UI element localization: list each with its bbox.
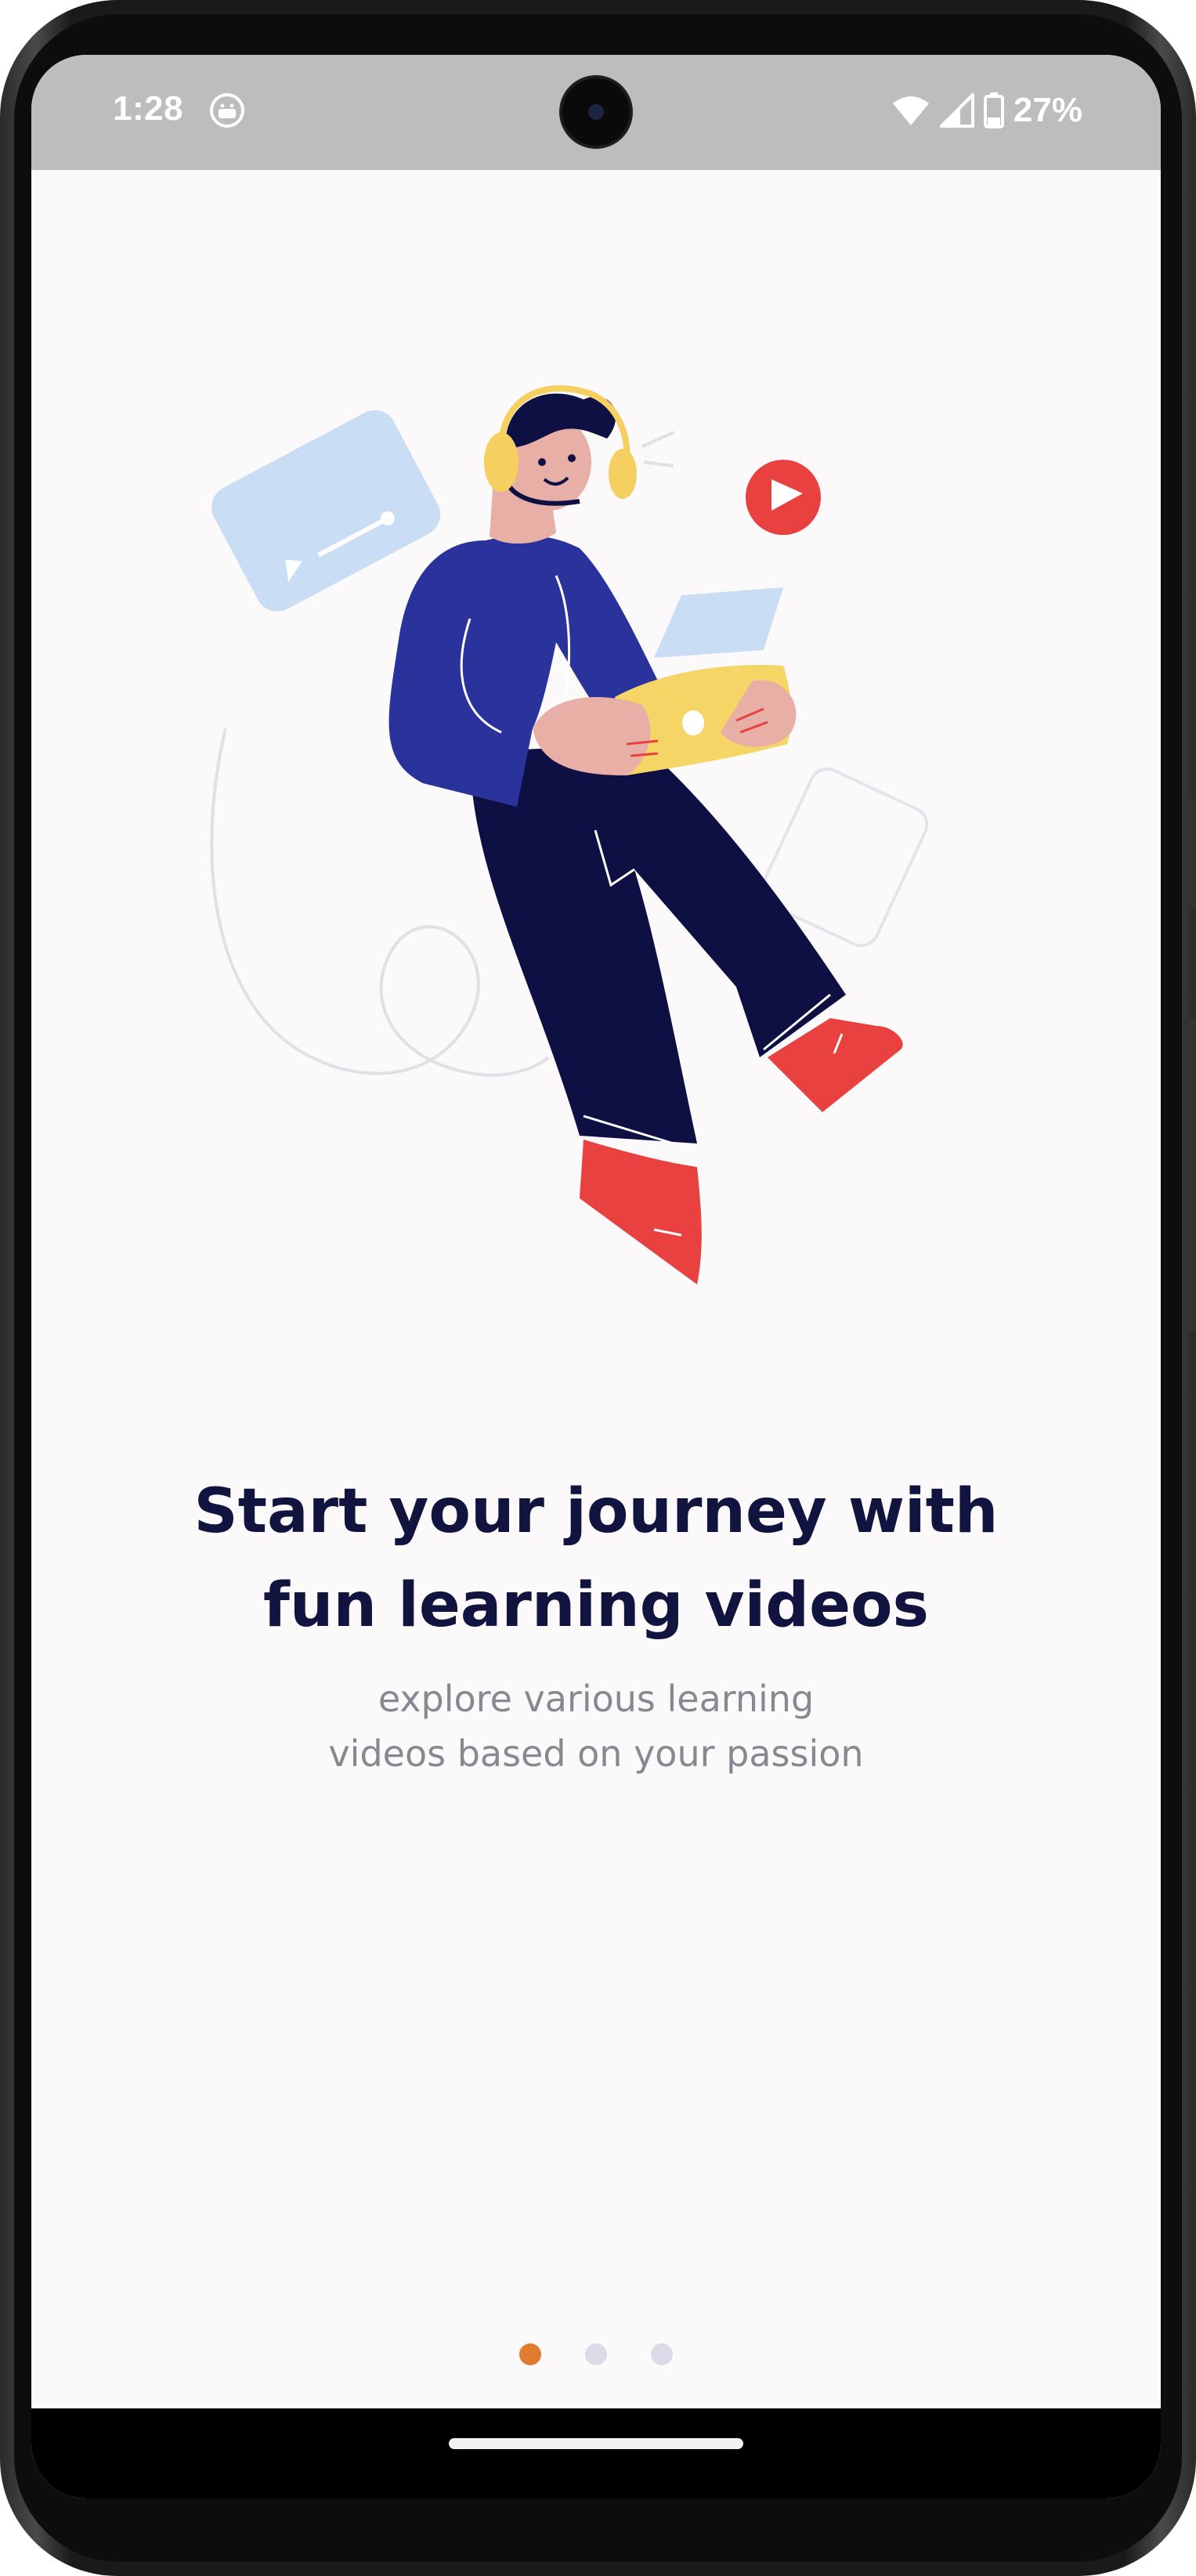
screen: 1:28 27% Start your journey with fun lea… xyxy=(31,55,1161,2498)
title-line-1: Start your journey with xyxy=(193,1476,999,1547)
android-robot-icon xyxy=(210,93,244,128)
onboarding-title: Start your journey with fun learning vid… xyxy=(31,1465,1161,1653)
subtitle-line-1: explore various learning xyxy=(378,1678,815,1720)
page-dot-1[interactable] xyxy=(519,2343,541,2365)
phone-frame: 1:28 27% Start your journey with fun lea… xyxy=(0,0,1196,2576)
cell-signal-icon xyxy=(939,93,974,128)
navigation-bar xyxy=(31,2408,1161,2498)
page-dot-2[interactable] xyxy=(585,2343,607,2365)
volume-button xyxy=(1188,799,1196,909)
person-with-laptop-and-headphones-illustration xyxy=(210,385,929,1284)
status-bar: 1:28 27% xyxy=(31,55,1161,170)
battery-icon xyxy=(983,92,1004,128)
page-indicator xyxy=(31,2343,1161,2365)
page-dot-3[interactable] xyxy=(651,2343,673,2365)
wifi-icon xyxy=(892,96,929,125)
power-button xyxy=(1188,1018,1196,1331)
title-line-2: fun learning videos xyxy=(262,1570,929,1641)
status-icons: 27% xyxy=(891,91,1082,130)
battery-percentage: 27% xyxy=(1013,91,1082,129)
home-gesture-handle[interactable] xyxy=(449,2438,743,2449)
subtitle-line-2: videos based on your passion xyxy=(328,1732,864,1775)
onboarding-subtitle: explore various learning videos based on… xyxy=(31,1671,1161,1781)
status-time: 1:28 xyxy=(113,89,184,128)
front-camera xyxy=(562,78,630,146)
